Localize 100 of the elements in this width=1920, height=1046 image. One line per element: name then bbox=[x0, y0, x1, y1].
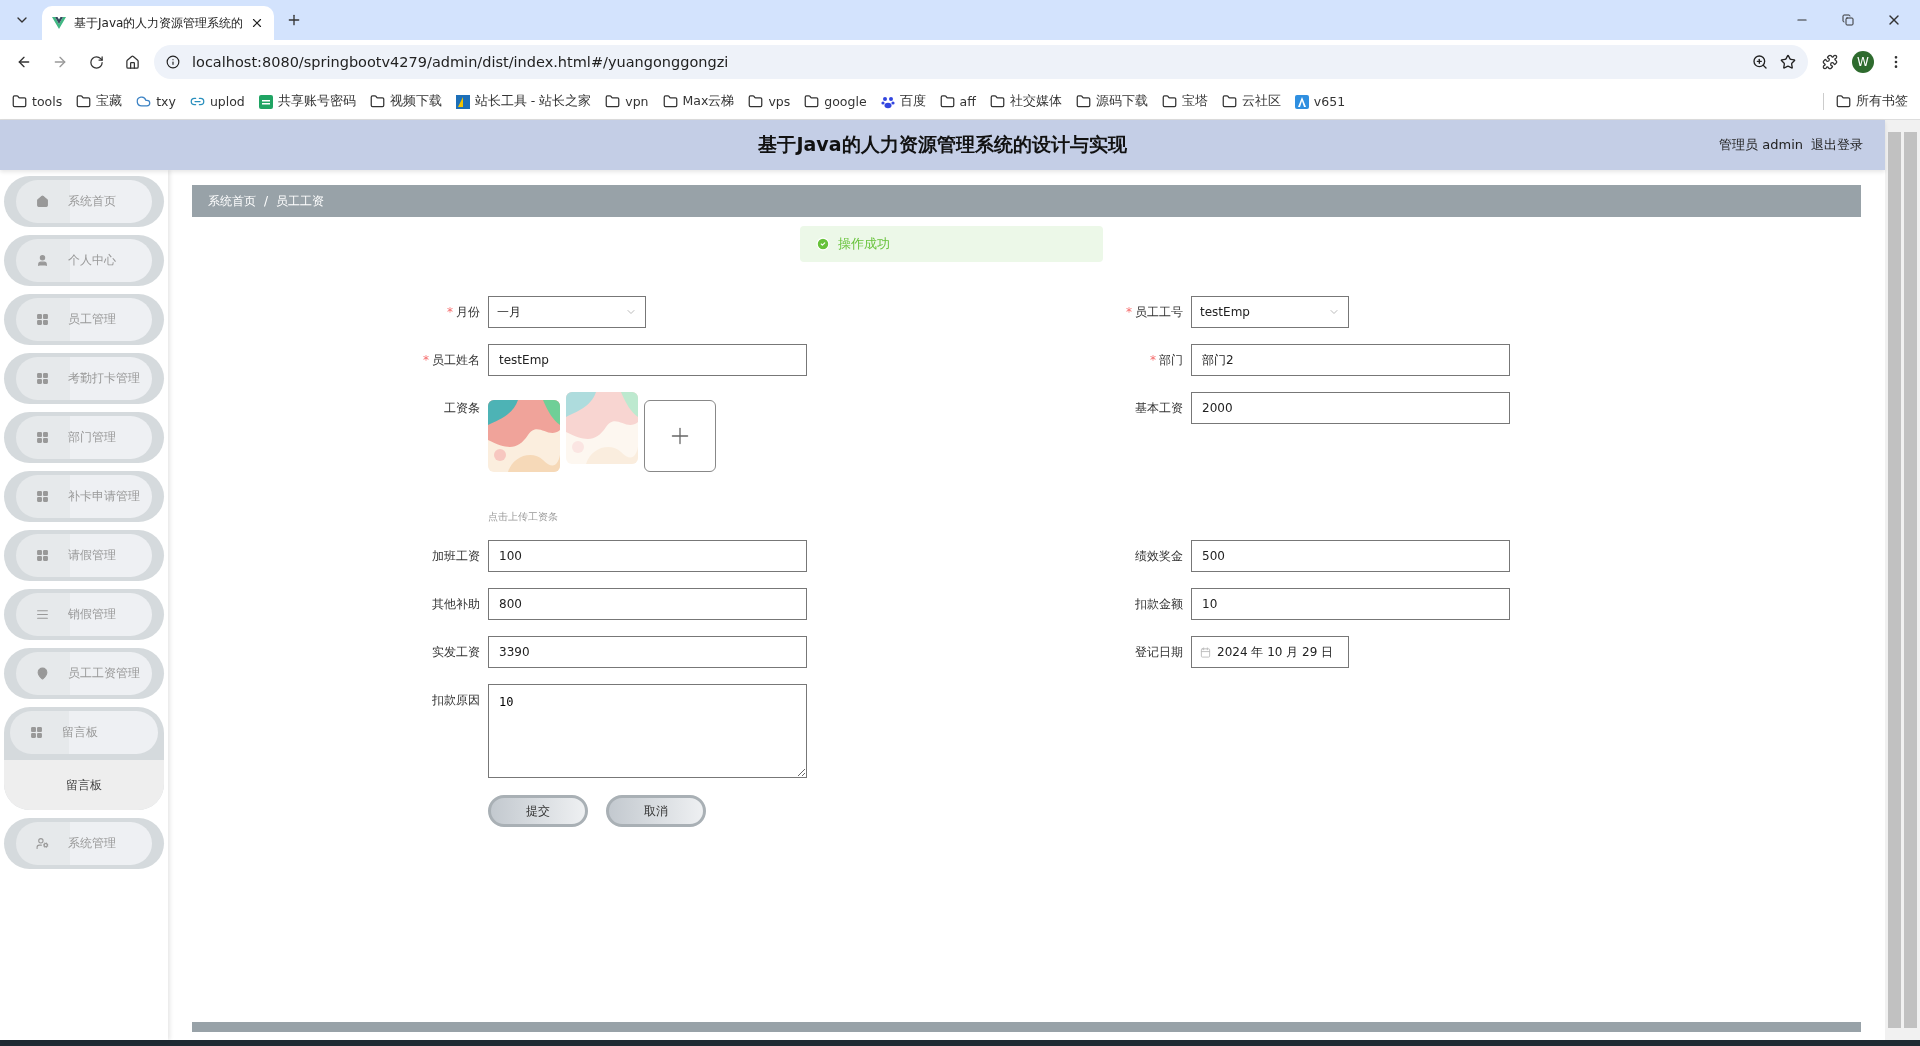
folder-icon bbox=[1161, 94, 1177, 109]
menu-label: 部门管理 bbox=[68, 429, 116, 446]
folder-icon bbox=[1221, 94, 1237, 109]
menu-label: 系统首页 bbox=[68, 193, 116, 210]
menu-label: 个人中心 bbox=[68, 252, 116, 269]
field-label: 扣款原因 bbox=[431, 692, 480, 709]
folder-icon bbox=[804, 94, 820, 109]
bookmark[interactable]: 社交媒体 bbox=[989, 93, 1062, 110]
select-field[interactable]: testEmp bbox=[1191, 296, 1349, 328]
bookmark[interactable]: Max云梯 bbox=[662, 93, 735, 110]
zoom-icon[interactable] bbox=[1752, 54, 1768, 70]
bookmark[interactable]: vps bbox=[748, 94, 791, 109]
field-label: 加班工资 bbox=[431, 548, 480, 565]
bookmark[interactable]: txy bbox=[136, 94, 176, 109]
vue-logo-icon bbox=[52, 17, 66, 29]
text-field[interactable]: 2000 bbox=[1191, 392, 1510, 424]
bookmark[interactable]: tools bbox=[12, 94, 63, 109]
puzzle-icon bbox=[1822, 54, 1838, 70]
bookmark[interactable]: 百度 bbox=[880, 93, 926, 110]
all-bookmarks[interactable]: 所有书签 bbox=[1823, 93, 1908, 110]
menu-label: 销假管理 bbox=[68, 606, 116, 623]
cloud-icon bbox=[136, 94, 152, 109]
textarea-field[interactable]: 10 bbox=[488, 684, 807, 778]
restore-icon bbox=[1842, 14, 1854, 26]
select-field[interactable]: 一月 bbox=[488, 296, 646, 328]
sidebar-item[interactable]: 留言板 留言板 bbox=[4, 707, 164, 810]
address-bar[interactable]: localhost:8080/springbootv4279/admin/dist/index.html#/yuangonggongzi bbox=[154, 45, 1808, 79]
profile-avatar[interactable]: W bbox=[1852, 51, 1874, 73]
bookmark[interactable]: vpn bbox=[605, 94, 649, 109]
text-field[interactable]: 500 bbox=[1191, 540, 1510, 572]
upload-hint: 点击上传工资条 bbox=[488, 510, 559, 524]
text-field[interactable]: 100 bbox=[488, 540, 807, 572]
submit-button[interactable]: 提交 bbox=[488, 795, 588, 827]
star-icon[interactable] bbox=[1780, 54, 1796, 70]
bookmark[interactable]: google bbox=[804, 94, 867, 109]
vertical-scrollbar[interactable] bbox=[1888, 132, 1901, 1028]
app-title: 基于Java的人力资源管理系统的设计与实现 bbox=[758, 132, 1127, 157]
user-name: 管理员 admin bbox=[1719, 136, 1803, 154]
pin-icon bbox=[35, 667, 49, 680]
text-field[interactable]: testEmp bbox=[488, 344, 807, 376]
field-label: * 员工姓名 bbox=[422, 352, 480, 369]
url-text: localhost:8080/springbootv4279/admin/dist/index.html#/yuangonggongzi bbox=[192, 54, 730, 70]
bookmark[interactable]: 源码下载 bbox=[1075, 93, 1148, 110]
text-field[interactable]: 800 bbox=[488, 588, 807, 620]
bookmark[interactable]: aff bbox=[939, 94, 976, 109]
close-icon[interactable] bbox=[250, 16, 264, 30]
date-field[interactable]: 2024 年 10 月 29 日 bbox=[1191, 636, 1349, 668]
field-label: 登记日期 bbox=[1134, 644, 1183, 661]
text-field[interactable]: 3390 bbox=[488, 636, 807, 668]
paw-icon bbox=[880, 94, 895, 109]
folder-icon bbox=[939, 94, 955, 109]
bookmark[interactable]: uplod bbox=[189, 94, 245, 109]
folder-icon bbox=[605, 94, 621, 109]
bookmark[interactable]: 站长工具 - 站长之家 bbox=[455, 93, 592, 110]
upload-button[interactable] bbox=[644, 400, 716, 472]
cancel-button[interactable]: 取消 bbox=[606, 795, 706, 827]
folder-icon bbox=[662, 94, 678, 109]
horizontal-scrollbar[interactable] bbox=[192, 1022, 1861, 1032]
menu-label: 系统管理 bbox=[68, 835, 116, 852]
bookmark[interactable]: v651 bbox=[1294, 94, 1346, 109]
field-label: 其他补助 bbox=[431, 596, 480, 613]
menu-label: 员工工资管理 bbox=[68, 665, 140, 682]
forward-arrow-icon bbox=[52, 54, 68, 70]
check-icon bbox=[816, 237, 830, 251]
logout-link[interactable]: 退出登录 bbox=[1811, 136, 1863, 154]
bookmark[interactable]: 云社区 bbox=[1221, 93, 1281, 110]
folder-icon bbox=[1836, 94, 1851, 109]
bookmark[interactable]: 共享账号密码 bbox=[258, 93, 356, 110]
submenu-item[interactable]: 留言板 bbox=[4, 760, 164, 810]
vertical-scrollbar[interactable] bbox=[1904, 132, 1917, 1028]
sheet-icon bbox=[258, 94, 273, 109]
menu-label: 员工管理 bbox=[68, 311, 116, 328]
grid-icon bbox=[29, 726, 43, 739]
folder-icon bbox=[1075, 94, 1091, 109]
grid-icon bbox=[35, 313, 49, 326]
field-label: 工资条 bbox=[443, 400, 480, 417]
bookmark[interactable]: 视频下载 bbox=[369, 93, 442, 110]
grid-icon bbox=[35, 549, 49, 562]
text-field[interactable]: 部门2 bbox=[1191, 344, 1510, 376]
bookmark[interactable]: 宝藏 bbox=[76, 93, 123, 110]
info-icon bbox=[166, 55, 180, 69]
site-logo-icon bbox=[455, 94, 470, 109]
folder-icon bbox=[748, 94, 764, 109]
bookmark[interactable]: 宝塔 bbox=[1161, 93, 1208, 110]
field-label: * 部门 bbox=[1149, 352, 1183, 369]
field-label: 基本工资 bbox=[1134, 400, 1183, 417]
folder-icon bbox=[989, 94, 1005, 109]
field-label: 扣款金额 bbox=[1134, 596, 1183, 613]
browser-tab[interactable]: 基于Java的人力资源管理系统的 bbox=[42, 6, 274, 40]
reload-icon bbox=[88, 54, 104, 70]
list-icon bbox=[35, 608, 49, 621]
text-field[interactable]: 10 bbox=[1191, 588, 1510, 620]
grid-icon bbox=[35, 490, 49, 503]
menu-label: 考勤打卡管理 bbox=[68, 370, 140, 387]
plus-icon bbox=[286, 12, 302, 28]
field-label: * 员工工号 bbox=[1125, 304, 1183, 321]
menu-label: 留言板 bbox=[62, 724, 98, 741]
home-icon bbox=[35, 195, 49, 208]
menu-label: 请假管理 bbox=[68, 547, 116, 564]
field-label: * 月份 bbox=[446, 304, 480, 321]
